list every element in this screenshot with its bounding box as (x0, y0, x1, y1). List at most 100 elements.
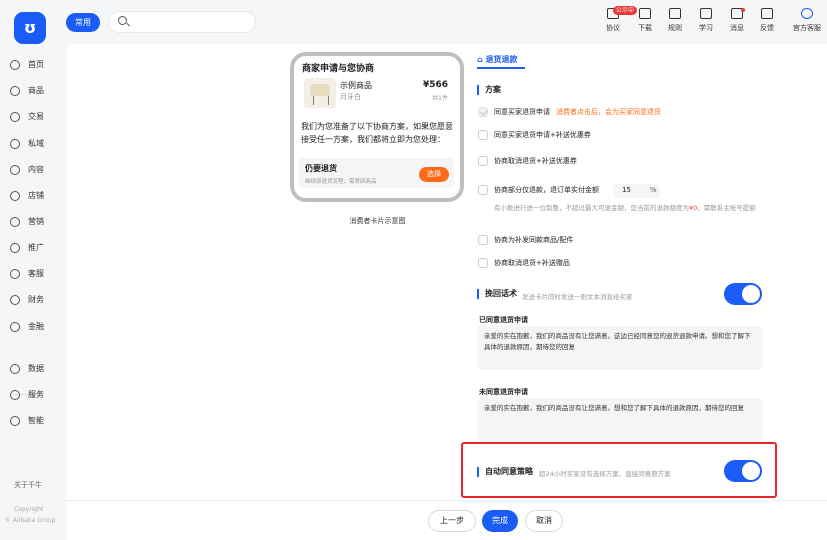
sidebar-item-label: 内容 (28, 165, 44, 174)
finance-icon (10, 294, 20, 305)
sidebar-item-banking[interactable]: 金融 (10, 321, 44, 335)
toolbar-service[interactable]: 官方客服 (789, 8, 825, 33)
sidebar-item-label: 交易 (28, 112, 44, 121)
agreed-message-textarea[interactable]: 亲爱的实在抱歉，我们的商品没有让您满意。这边已经同意您的退货退款申请。想和您了解… (478, 326, 762, 370)
card-option-subtitle: 继续原退货流程，需寄回商品 (305, 179, 377, 185)
unread-dot (741, 8, 745, 12)
product-name: 示例商品 (340, 81, 372, 90)
card-select-button: 选择 (419, 167, 449, 182)
checkbox[interactable] (478, 235, 488, 245)
toolbar-rules[interactable]: 规则 (660, 8, 690, 33)
option-cancel-return-gift[interactable]: 协商取消退货+补送赠品 (478, 258, 570, 270)
cancel-button[interactable]: 取消 (525, 510, 563, 532)
tab-return-refund[interactable]: ⌂ 退货退款 (477, 54, 518, 65)
agreed-title: 已同意退货申请 (479, 316, 528, 324)
sidebar-item-label: 服务 (28, 390, 44, 399)
section-auto-title: 自动同意策略 (477, 467, 533, 477)
card-message: 我们为您准备了以下协商方案，如果您愿意接受任一方案，我们都将立即为您处理： (301, 122, 453, 144)
sidebar-item-label: 首页 (28, 60, 44, 69)
toolbar-feedback[interactable]: 反馈 (752, 8, 782, 33)
card-option-title: 仍要退货 (305, 164, 337, 173)
option-reship-parts[interactable]: 协商为补发同款商品/配件 (478, 235, 573, 247)
qianniu-logo[interactable]: ʊ (14, 12, 46, 44)
sidebar-item-label: 金融 (28, 322, 44, 331)
tab-common[interactable]: 常用 (66, 13, 100, 32)
recover-toggle[interactable] (724, 283, 762, 305)
trade-icon (10, 111, 20, 122)
sidebar-item-label: 商品 (28, 86, 44, 95)
sidebar-item-marketing[interactable]: 营销 (10, 216, 44, 230)
card-title: 商家申请与您协商 (302, 64, 375, 74)
sidebar-item-label: 数据 (28, 364, 44, 373)
option-partial-refund[interactable]: 协商部分仅退款，退订单实付金额 (478, 185, 599, 197)
option-hint: 消费者点击后，会为买家同意退货 (556, 108, 661, 116)
toolbar-download[interactable]: 下载 (630, 8, 660, 33)
recover-description: 发送卡片同时发送一则文本消息给买家 (522, 293, 633, 301)
service-icon (801, 8, 813, 19)
sidebar: 首页 商品 交易 私域 内容 店铺 营销 推广 客服 财务 金融 数据 服务 智… (0, 44, 62, 540)
checkbox[interactable] (478, 156, 488, 166)
sidebar-item-label: 财务 (28, 295, 44, 304)
feedback-icon (761, 8, 773, 19)
top-bar: ʊ 常用 协议 公示中 下载 规则 学习 消息 反馈 官方客服 (0, 0, 827, 44)
toolbar-study-label: 学习 (699, 24, 713, 32)
checkbox[interactable] (478, 107, 488, 117)
done-button[interactable]: 完成 (482, 510, 518, 532)
checkbox[interactable] (478, 258, 488, 268)
percent-unit: % (650, 186, 657, 194)
sidebar-item-label: 私域 (28, 139, 44, 148)
search-icon (118, 16, 127, 25)
banking-icon (10, 321, 20, 332)
checkbox[interactable] (478, 185, 488, 195)
study-icon (700, 8, 712, 19)
about-link[interactable]: 关于千牛 (14, 480, 42, 490)
option-label: 同意买家退货申请 (494, 108, 550, 116)
percent-value: 15 (622, 186, 631, 194)
sidebar-item-shop[interactable]: 店铺 (10, 190, 44, 204)
toolbar-study[interactable]: 学习 (691, 8, 721, 33)
sidebar-item-customer-service[interactable]: 客服 (10, 268, 44, 282)
copyright-owner: © Alibaba Group (5, 517, 56, 524)
section-plan-title: 方案 (477, 85, 501, 95)
sidebar-item-goods[interactable]: 商品 (10, 85, 44, 99)
smart-icon (10, 415, 20, 426)
bag-icon: ⌂ (477, 55, 486, 64)
product-image (304, 78, 336, 108)
option-agree-return-coupon[interactable]: 同意买家退货申请+补送优惠券 (478, 130, 591, 142)
sidebar-item-trade[interactable]: 交易 (10, 111, 44, 125)
tab-label: 退货退款 (485, 55, 518, 64)
sidebar-item-label: 客服 (28, 269, 44, 278)
promotion-icon (10, 242, 20, 253)
toolbar-feedback-label: 反馈 (760, 24, 774, 32)
toolbar-download-label: 下载 (638, 24, 652, 32)
sidebar-item-home[interactable]: 首页 (10, 59, 44, 73)
sidebar-item-data[interactable]: 数据 (10, 363, 44, 377)
note-text: 有小数进行进一位取整，不超过最大可退金额，您当前的退款额度为 (494, 204, 689, 212)
search-input[interactable] (108, 11, 256, 33)
option-label: 协商部分仅退款，退订单实付金额 (494, 186, 599, 194)
sidebar-item-services[interactable]: 服务 (10, 389, 44, 403)
copyright-text: Copyright (14, 506, 44, 513)
tab-active-indicator (477, 67, 525, 69)
toolbar-rules-label: 规则 (668, 24, 682, 32)
option-agree-return[interactable]: 同意买家退货申请 消费者点击后，会为买家同意退货 (478, 107, 661, 119)
goods-icon (10, 85, 20, 96)
toolbar-message[interactable]: 消息 (722, 8, 752, 33)
product-variant: 月牙白 (340, 93, 361, 101)
auto-agree-toggle[interactable] (724, 460, 762, 482)
section-recover-title: 挽回话术 (477, 289, 517, 299)
prev-button[interactable]: 上一步 (428, 510, 476, 532)
sidebar-item-promotion[interactable]: 推广 (10, 242, 44, 256)
sidebar-item-private[interactable]: 私域 (10, 138, 44, 152)
unagreed-message-textarea[interactable]: 亲爱的实在抱歉，我们的商品没有让您满意。想和您了解下具体的退款原因，期待您的回复 (478, 398, 762, 442)
option-cancel-return-coupon[interactable]: 协商取消退货+补送优惠券 (478, 156, 577, 168)
sidebar-item-label: 店铺 (28, 191, 44, 200)
toolbar-service-label: 官方客服 (793, 24, 821, 32)
content-icon (10, 164, 20, 175)
checkbox[interactable] (478, 130, 488, 140)
sidebar-item-finance[interactable]: 财务 (10, 294, 44, 308)
shop-icon (10, 190, 20, 201)
rules-icon (669, 8, 681, 19)
sidebar-item-content[interactable]: 内容 (10, 164, 44, 178)
sidebar-item-smart[interactable]: 智能 (10, 415, 44, 429)
